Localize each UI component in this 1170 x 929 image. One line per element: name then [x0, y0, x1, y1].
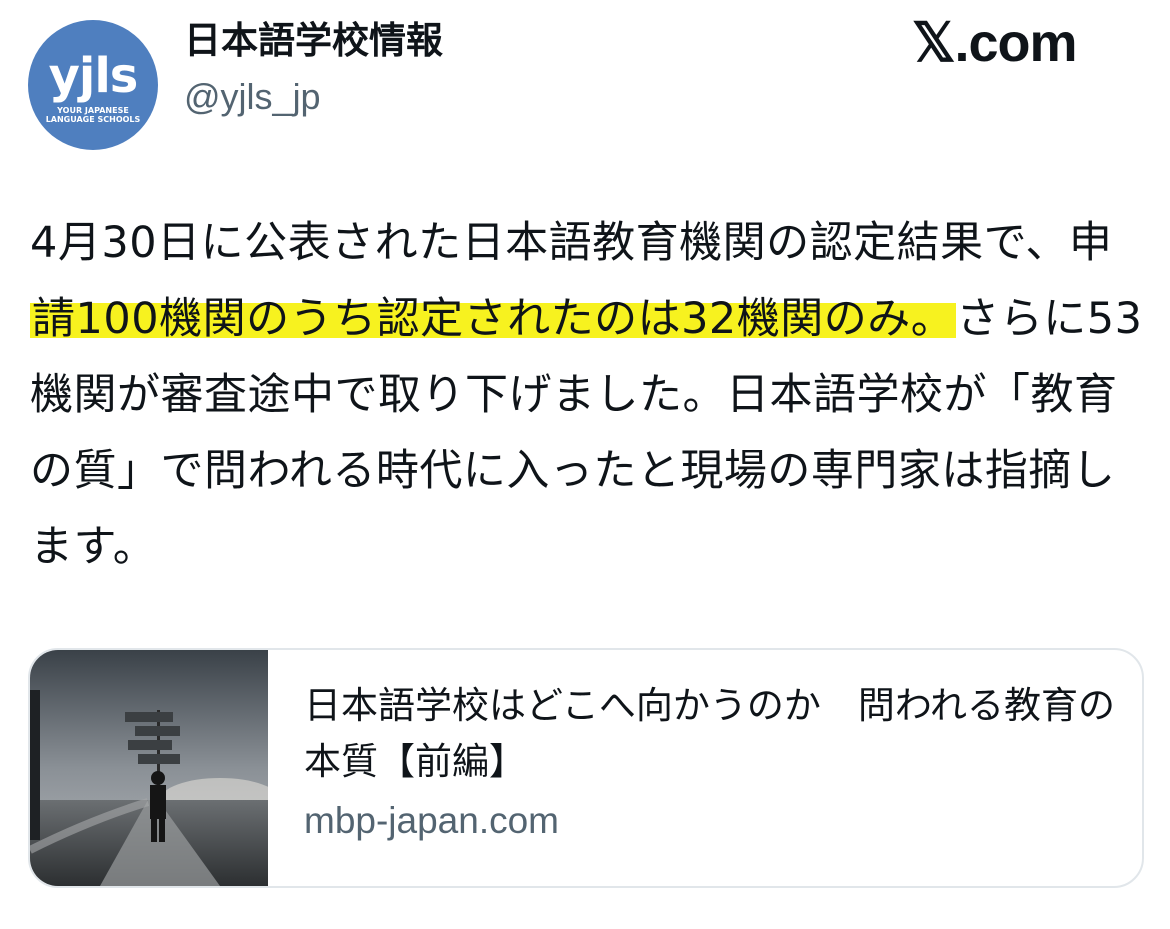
tweet-text: 4月30日に公表された日本語教育機関の認定結果で、申請100機関のうち認定された…: [30, 205, 1145, 585]
x-logo: 𝕏.com: [912, 13, 1078, 73]
link-card-domain[interactable]: mbp-japan.com: [304, 796, 559, 846]
user-handle[interactable]: @yjls_jp: [184, 74, 321, 120]
tweet-text-segment: 4月30日に公表された日本語教育機関の認定結果で、申: [30, 218, 1113, 268]
avatar-subtext: YOUR JAPANESE LANGUAGE SCHOOLS: [45, 106, 141, 124]
link-card-title[interactable]: 日本語学校はどこへ向かうのか 問われる教育の本質【前編】: [304, 678, 1124, 790]
avatar[interactable]: yjls YOUR JAPANESE LANGUAGE SCHOOLS: [28, 20, 158, 150]
highlighted-text: 請100機関のうち認定されたのは32機関のみ。: [30, 294, 957, 344]
yjls-logo: yjls: [48, 48, 139, 104]
link-card-thumbnail: [30, 650, 268, 886]
display-name[interactable]: 日本語学校情報: [184, 18, 443, 64]
link-card[interactable]: 日本語学校はどこへ向かうのか 問われる教育の本質【前編】 mbp-japan.c…: [28, 648, 1144, 888]
